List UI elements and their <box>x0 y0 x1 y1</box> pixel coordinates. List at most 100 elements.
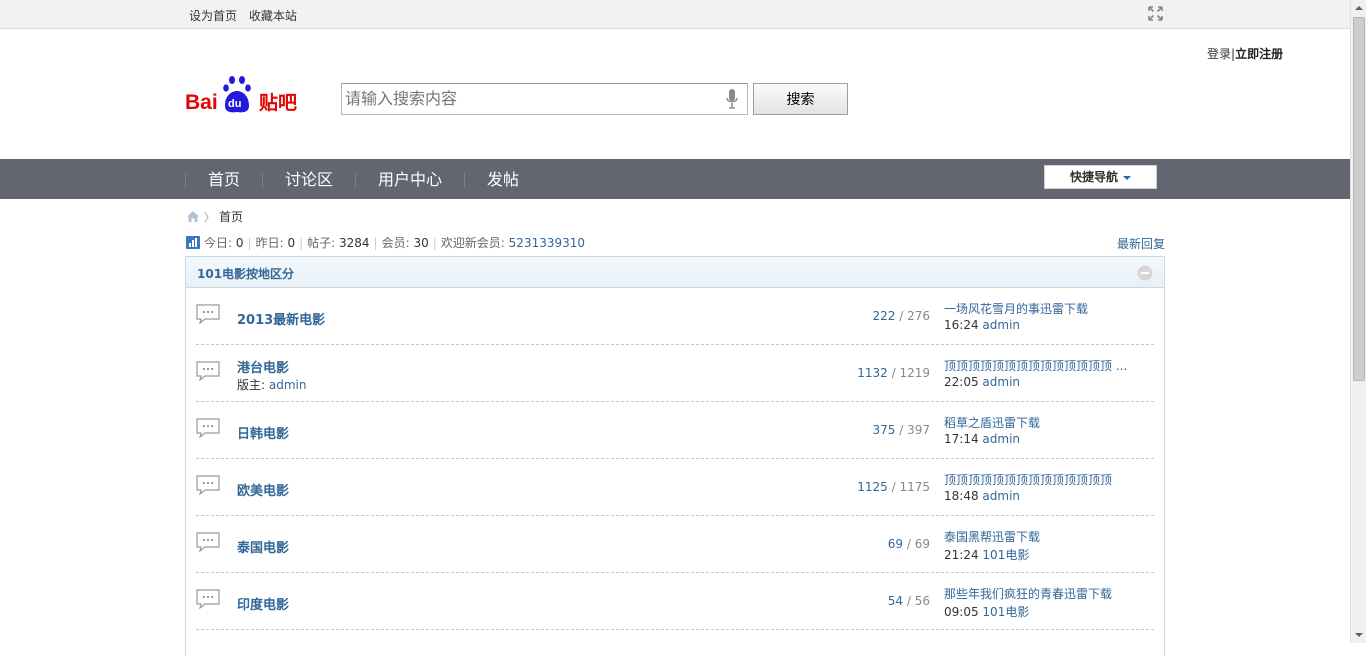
caret-down-icon <box>1123 175 1131 180</box>
forum-bubble-icon <box>196 589 220 609</box>
forum-bubble-icon <box>196 475 220 495</box>
forum-section: 101电影按地区分 2013最新电影 222 / 276 一场风花雪月的事迅雷下载 1… <box>185 256 1165 656</box>
last-post-title-link[interactable]: 那些年我们疯狂的青春迅雷下载 <box>944 585 1154 602</box>
thread-post-counts: 54 / 56 <box>887 594 930 608</box>
last-post-title-link[interactable]: 顶顶顶顶顶顶顶顶顶顶顶顶顶顶 ... <box>944 357 1154 374</box>
last-post-meta: 18:48 admin <box>944 489 1020 503</box>
posts-label: 帖子: <box>307 236 336 250</box>
yesterday-label: 昨日: <box>255 236 284 250</box>
today-label: 今日: <box>204 236 233 250</box>
login-link[interactable]: 登录 <box>1207 47 1231 61</box>
set-home-link[interactable]: 设为首页 <box>189 9 237 23</box>
thread-post-counts: 1125 / 1175 <box>857 480 930 494</box>
yesterday-count: 0 <box>287 236 296 250</box>
thread-count: 222 <box>872 309 896 323</box>
baidu-tieba-logo[interactable]: Bai du 贴吧 <box>185 74 305 114</box>
breadcrumb-current[interactable]: 首页 <box>219 210 243 224</box>
login-links: 登录|立即注册 <box>1207 45 1283 62</box>
last-post-meta: 21:24 101电影 <box>944 546 1029 563</box>
last-post-title-link[interactable]: 顶顶顶顶顶顶顶顶顶顶顶顶顶顶 <box>944 471 1154 488</box>
top-links: 设为首页 收藏本站 <box>189 7 305 24</box>
forum-name-link[interactable]: 欧美电影 <box>237 480 289 499</box>
search-button[interactable]: 搜索 <box>753 83 848 115</box>
forum-section-title[interactable]: 101电影按地区分 <box>197 265 294 282</box>
forum-bubble-icon <box>196 304 220 324</box>
last-post-user-link[interactable]: admin <box>982 375 1020 389</box>
stats-divider: | <box>432 236 437 250</box>
nav-item-forum[interactable]: 讨论区 <box>285 159 333 199</box>
welcome-label: 欢迎新会员: <box>440 236 505 250</box>
new-member-link[interactable]: 5231339310 <box>509 236 585 250</box>
last-post-user-link[interactable]: 101电影 <box>982 548 1029 562</box>
moderator-info: 版主: admin <box>237 376 306 393</box>
svg-text:Bai: Bai <box>185 91 218 114</box>
quick-nav-button[interactable]: 快捷导航 <box>1044 165 1157 189</box>
last-post-time: 09:05 <box>944 605 979 619</box>
forum-name-link[interactable]: 港台电影 <box>237 357 289 376</box>
thread-count: 375 <box>872 423 896 437</box>
nav-item-user-center[interactable]: 用户中心 <box>378 159 442 199</box>
last-post-user-link[interactable]: admin <box>982 489 1020 503</box>
last-post-user-link[interactable]: admin <box>982 432 1020 446</box>
register-link[interactable]: 立即注册 <box>1235 47 1283 61</box>
last-post-title-link[interactable]: 泰国黑帮迅雷下载 <box>944 528 1154 545</box>
nav-separator <box>355 173 356 188</box>
last-post-meta: 16:24 admin <box>944 318 1020 332</box>
nav-item-home[interactable]: 首页 <box>208 159 240 199</box>
breadcrumb: 〉首页 <box>186 208 243 225</box>
stats-chart-icon <box>186 236 200 249</box>
forum-name-link[interactable]: 泰国电影 <box>237 537 289 556</box>
post-count: 276 <box>907 309 930 323</box>
scroll-down-icon[interactable] <box>1351 627 1366 643</box>
svg-text:贴吧: 贴吧 <box>259 92 297 114</box>
main-nav: 首页 讨论区 用户中心 发帖 快捷导航 <box>0 159 1350 199</box>
today-count: 0 <box>235 236 244 250</box>
search-input[interactable] <box>342 84 712 112</box>
post-count: 397 <box>907 423 930 437</box>
forum-name-link[interactable]: 印度电影 <box>237 594 289 613</box>
search-box <box>341 83 748 115</box>
nav-separator <box>185 173 186 188</box>
fullscreen-icon[interactable] <box>1148 6 1163 21</box>
last-post-meta: 09:05 101电影 <box>944 603 1029 620</box>
microphone-icon[interactable] <box>726 89 738 109</box>
thread-count: 1125 <box>857 480 888 494</box>
last-post-title-link[interactable]: 稻草之盾迅雷下载 <box>944 414 1154 431</box>
thread-count: 1132 <box>857 366 888 380</box>
nav-separator <box>464 173 465 188</box>
forum-row: 欧美电影 1125 / 1175 顶顶顶顶顶顶顶顶顶顶顶顶顶顶 18:48 admin <box>196 459 1154 516</box>
forum-bubble-icon <box>196 532 220 552</box>
last-post-title-link[interactable]: 一场风花雪月的事迅雷下载 <box>944 300 1154 317</box>
forum-row: 泰国电影 69 / 69 泰国黑帮迅雷下载 21:24 101电影 <box>196 516 1154 573</box>
forum-name-link[interactable]: 日韩电影 <box>237 423 289 442</box>
last-post-time: 17:14 <box>944 432 979 446</box>
forum-row: 印度电影 54 / 56 那些年我们疯狂的青春迅雷下载 09:05 101电影 <box>196 573 1154 630</box>
forum-row: 港台电影 版主: admin 1132 / 1219 顶顶顶顶顶顶顶顶顶顶顶顶顶顶 .… <box>196 345 1154 402</box>
page-scrollbar[interactable] <box>1350 0 1366 643</box>
last-post-user-link[interactable]: admin <box>982 318 1020 332</box>
last-post-user-link[interactable]: 101电影 <box>982 605 1029 619</box>
forum-name-link[interactable]: 2013最新电影 <box>237 309 325 328</box>
thread-post-counts: 1132 / 1219 <box>857 366 930 380</box>
thread-post-counts: 375 / 397 <box>872 423 930 437</box>
forum-bubble-icon <box>196 361 220 381</box>
post-count: 56 <box>914 594 930 608</box>
posts-count: 3284 <box>339 236 370 250</box>
forum-section-header: 101电影按地区分 <box>186 257 1164 288</box>
latest-reply-link[interactable]: 最新回复 <box>1117 235 1165 252</box>
thread-post-counts: 69 / 69 <box>887 537 930 551</box>
collapse-icon[interactable] <box>1137 265 1153 281</box>
last-post-time: 22:05 <box>944 375 979 389</box>
scroll-up-icon[interactable] <box>1351 0 1366 16</box>
post-count: 1219 <box>899 366 930 380</box>
thread-count: 54 <box>887 594 904 608</box>
scroll-thumb[interactable] <box>1353 17 1365 381</box>
home-icon[interactable] <box>186 210 200 223</box>
nav-item-post[interactable]: 发帖 <box>487 159 519 199</box>
moderator-link[interactable]: admin <box>269 378 307 392</box>
top-bar: 设为首页 收藏本站 <box>0 0 1350 29</box>
thread-post-counts: 222 / 276 <box>872 309 930 323</box>
bookmark-link[interactable]: 收藏本站 <box>249 9 297 23</box>
stats-divider: | <box>247 236 252 250</box>
last-post-meta: 22:05 admin <box>944 375 1020 389</box>
